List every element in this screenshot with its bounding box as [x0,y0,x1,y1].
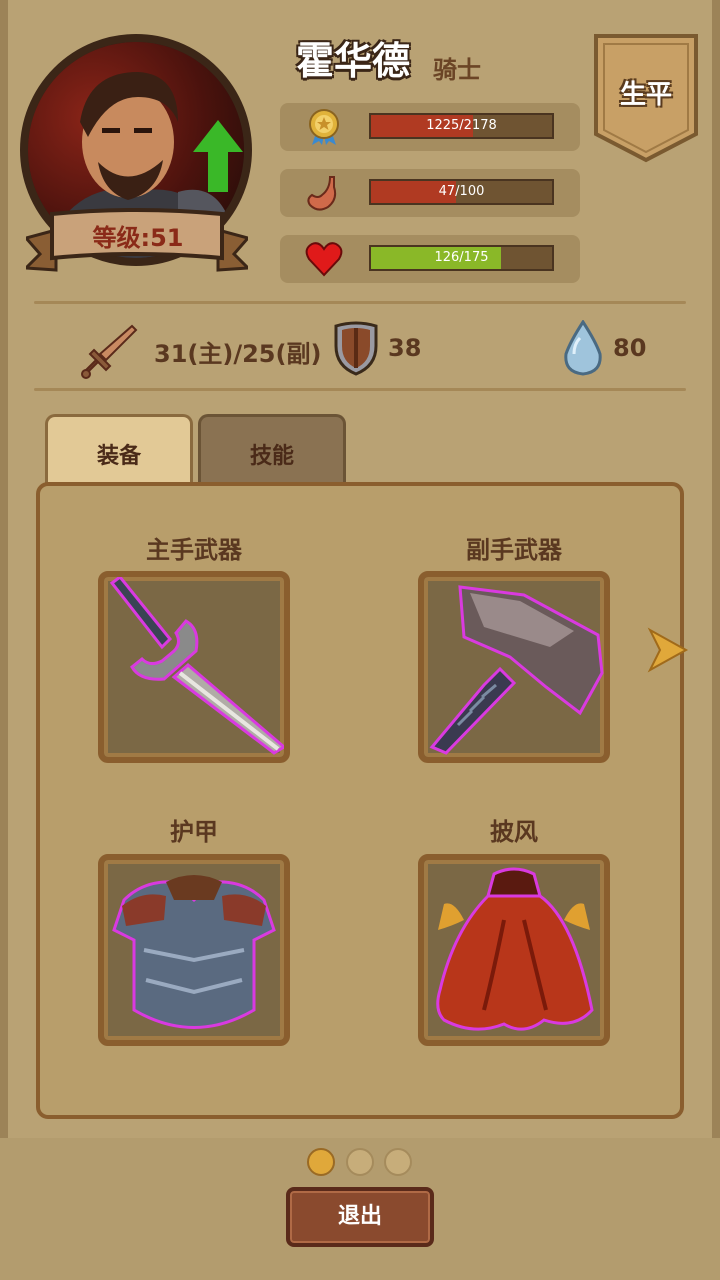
page-dot-1[interactable] [307,1148,335,1176]
attack-value: 31(主)/25(副) [154,340,322,368]
experience-bar: 1225/2178 [369,113,554,139]
hunger-row: 47/100 [280,169,580,217]
exit-button[interactable]: 退出 [286,1187,434,1247]
cloak-icon [436,867,594,1031]
armor-label: 护甲 [170,818,218,846]
sword-icon [109,577,284,755]
divider-top [34,301,686,304]
experience-value: 1225/2178 [426,118,497,133]
health-row: 126/175 [280,235,580,283]
bio-button-label: 生平 [619,80,672,110]
hero-class: 骑士 [433,56,481,84]
right-frame [712,0,720,1140]
next-page-arrow[interactable] [646,626,690,674]
hero-name: 霍华德 [296,39,411,83]
off-weapon-slot[interactable] [418,571,610,763]
cloak-label: 披风 [490,818,538,846]
health-bar: 126/175 [369,245,554,271]
defense-value: 38 [388,334,422,362]
hunger-bar: 47/100 [369,179,554,205]
water-drop-icon [564,320,602,376]
main-weapon-label: 主手武器 [146,536,242,564]
stomach-icon [307,176,337,211]
medal-icon [309,109,339,145]
water-value: 80 [613,334,647,362]
experience-row: 1225/2178 [280,103,580,151]
tab-skills[interactable]: 技能 [198,414,346,490]
chest-armor-icon [112,875,276,1029]
health-value: 126/175 [434,250,489,265]
hammer-icon [429,585,604,755]
hunger-value: 47/100 [438,184,485,199]
shield-defense-icon [334,321,378,376]
heart-icon [305,242,343,277]
tab-equipment[interactable]: 装备 [45,414,193,490]
page-dot-3[interactable] [384,1148,412,1176]
cloak-slot[interactable] [418,854,610,1046]
sword-attack-icon [81,324,138,379]
divider-bottom [34,388,686,391]
armor-slot[interactable] [98,854,290,1046]
hero-level: 等级:51 [92,224,184,252]
page-dot-2[interactable] [346,1148,374,1176]
left-frame [0,0,8,1140]
main-weapon-slot[interactable] [98,571,290,763]
off-weapon-label: 副手武器 [466,536,562,564]
